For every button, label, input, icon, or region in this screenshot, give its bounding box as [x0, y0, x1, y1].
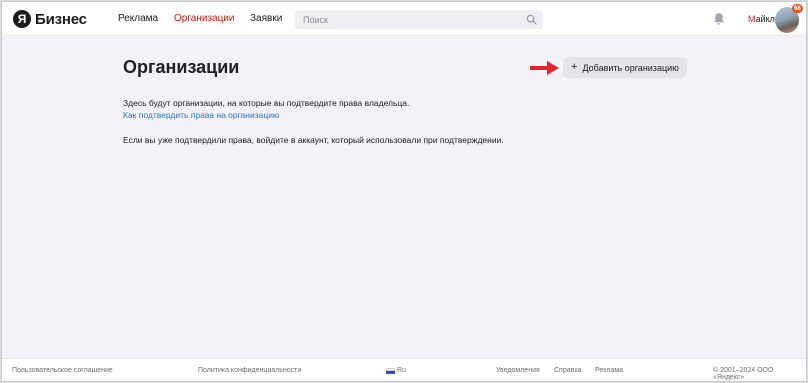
russia-flag-icon	[386, 368, 395, 374]
top-header: Я Бизнес Реклама Организации Заявки Майк…	[2, 2, 806, 36]
arrow-right-icon	[530, 61, 559, 75]
login-hint-text: Если вы уже подтвердили права, войдите в…	[123, 135, 504, 145]
search-input[interactable]	[295, 10, 525, 29]
help-link[interactable]: Как подтвердить права на организацию	[123, 110, 279, 120]
footer-notifications[interactable]: Уведомления	[496, 367, 540, 374]
footer: Пользовательское соглашение Политика кон…	[2, 358, 806, 381]
yandex-logo-mark: Я	[13, 10, 31, 28]
browser-viewport: Я Бизнес Реклама Организации Заявки Майк…	[1, 1, 807, 382]
search-box[interactable]	[295, 10, 543, 29]
footer-help[interactable]: Справка	[554, 367, 581, 374]
user-name-initial: М	[748, 14, 756, 24]
add-organization-label: Добавить организацию	[582, 62, 679, 73]
notification-badge: 66	[792, 4, 803, 13]
user-name[interactable]: Майкл	[748, 14, 775, 24]
nav-organizations[interactable]: Организации	[174, 13, 234, 24]
footer-privacy-policy[interactable]: Политика конфиденциальности	[198, 367, 301, 374]
footer-copyright: © 2001–2024 ООО «Яндекс»	[713, 367, 774, 381]
info-text: Здесь будут организации, на которые вы п…	[123, 98, 410, 108]
plus-icon: +	[571, 61, 578, 73]
add-organization-button[interactable]: + Добавить организацию	[563, 57, 687, 78]
footer-user-agreement[interactable]: Пользовательское соглашение	[12, 367, 113, 374]
nav-requests[interactable]: Заявки	[250, 13, 282, 24]
search-icon[interactable]	[526, 14, 537, 25]
page-title: Организации	[123, 57, 240, 77]
yandex-business-logo[interactable]: Я Бизнес	[13, 9, 87, 29]
nav-ads[interactable]: Реклама	[118, 13, 158, 24]
user-name-rest: айкл	[755, 14, 775, 24]
logo-text: Бизнес	[35, 10, 87, 28]
footer-ads[interactable]: Реклама	[595, 367, 623, 374]
bell-icon[interactable]	[713, 12, 725, 26]
footer-language[interactable]: Ru	[397, 367, 406, 374]
